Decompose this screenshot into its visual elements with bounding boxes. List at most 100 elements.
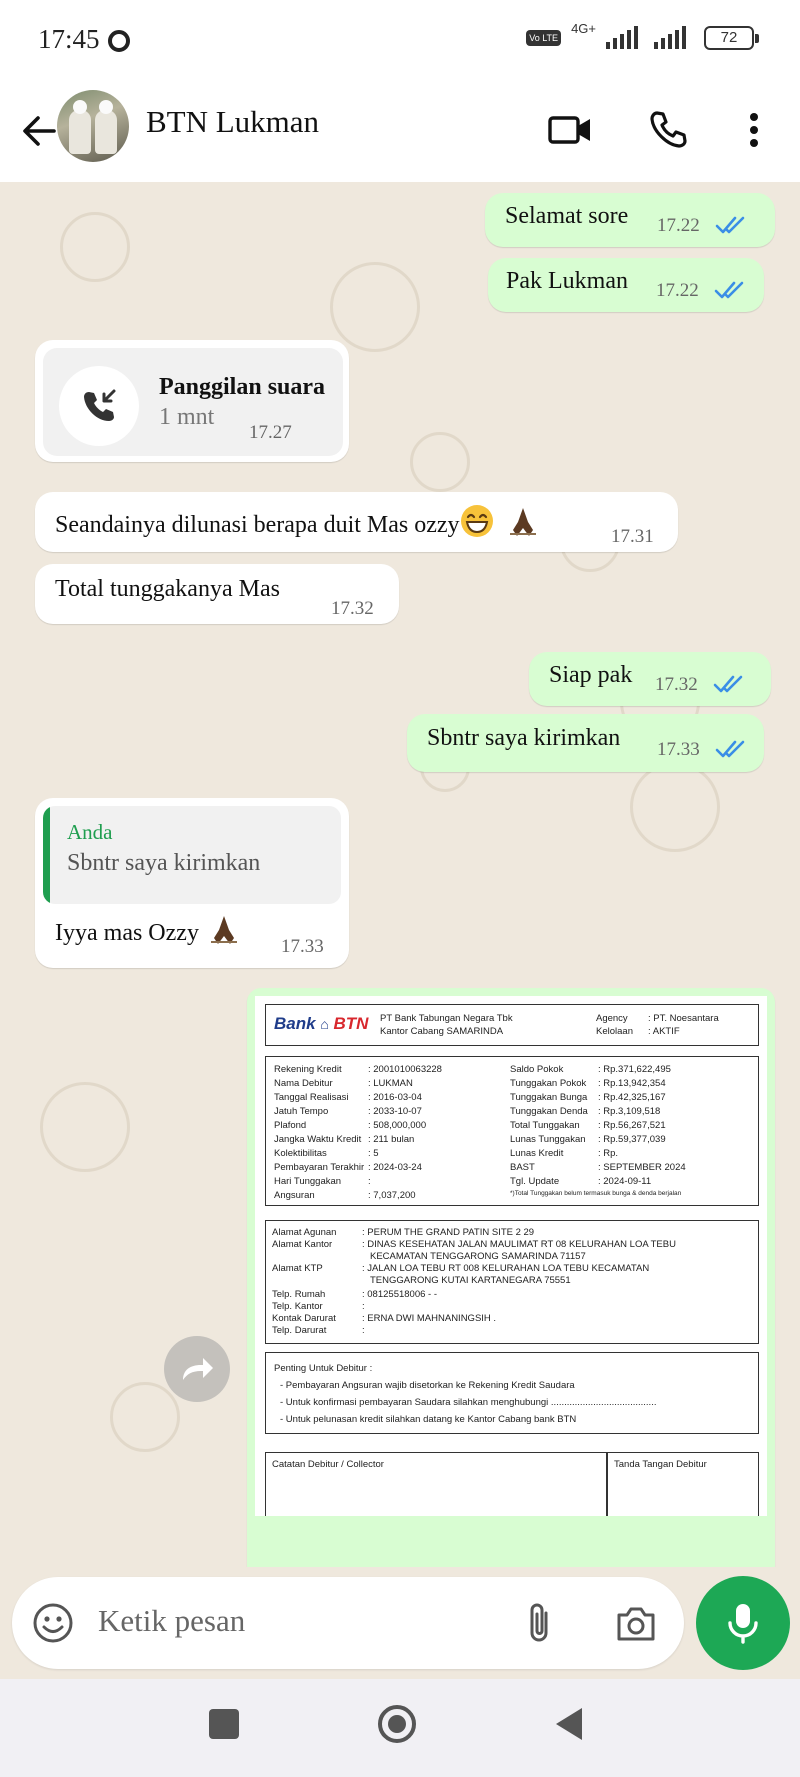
field-value: : 508,000,000 [368,1120,427,1131]
doc-loan-box: Rekening Kredit: 2001010063228 Nama Debi… [265,1056,759,1206]
image-message[interactable]: Bank ⌂ BTN PT Bank Tabungan Negara Tbk K… [247,988,775,1567]
more-options-button[interactable] [728,104,780,156]
branch-name: Kantor Cabang SAMARINDA [380,1026,504,1037]
voice-record-button[interactable] [696,1576,790,1670]
quoted-message[interactable]: Anda Sbntr saya kirimkan [43,806,341,904]
field-label: BAST [510,1162,535,1173]
field-label: Lunas Tunggakan [510,1134,586,1145]
field-value: : JALAN LOA TEBU RT 008 KELURAHAN LOA TE… [362,1263,650,1274]
field-label: Pembayaran Terakhir [274,1162,365,1173]
field-value: : 2024-03-24 [368,1162,422,1173]
camera-icon[interactable] [615,1605,657,1643]
contact-name[interactable]: BTN Lukman [146,104,319,140]
composer-bar: Ketik pesan [0,1567,800,1679]
field-label: Tanggal Realisasi [274,1092,349,1103]
message-time: 17.27 [249,422,292,443]
battery-icon: 72 [704,26,759,50]
message-incoming[interactable]: Total tunggakanya Mas 17.32 [35,564,399,624]
message-incoming[interactable]: Seandainya dilunasi berapa duit Mas ozzy… [35,492,678,552]
chat-area[interactable]: Selamat sore 17.22 Pak Lukman 17.22 Pang… [0,182,800,1567]
voice-call-card[interactable]: Panggilan suara 1 mnt 17.27 [43,348,343,456]
field-label: Kontak Darurat [272,1313,336,1324]
field-label: Tunggakan Pokok [510,1078,587,1089]
field-value: : PERUM THE GRAND PATIN SITE 2 29 [362,1227,535,1238]
logo-text: Bank [274,1014,316,1033]
field-label: Lunas Kredit [510,1148,564,1159]
read-ticks-icon [715,216,745,234]
note-item: - Untuk konfirmasi pembayaran Saudara si… [280,1397,657,1408]
grinning-face-emoji [460,505,493,537]
btn-logo: Bank ⌂ BTN [274,1014,369,1033]
folded-hands-emoji [509,508,536,536]
video-camera-icon [548,116,590,144]
agency-label: Agency [596,1013,628,1024]
field-label: Plafond [274,1120,307,1131]
field-label: Saldo Pokok [510,1064,564,1075]
field-label: Rekening Kredit [274,1064,342,1075]
microphone-icon [728,1604,758,1644]
note-item: - Untuk pelunasan kredit silahkan datang… [280,1414,577,1425]
field-value: : Rp.42,325,167 [598,1092,666,1103]
field-value: : DINAS KESEHATAN JALAN MAULIMAT RT 08 K… [362,1239,676,1250]
home-button[interactable] [376,1703,418,1745]
message-input-container[interactable]: Ketik pesan [12,1577,684,1669]
message-time: 17.32 [655,674,698,695]
forward-button[interactable] [164,1336,230,1402]
logo-brand: BTN [333,1014,369,1033]
field-value: TENGGARONG KUTAI KARTANEGARA 75551 [370,1275,571,1286]
kelolaan-label: Kelolaan [596,1026,633,1037]
message-outgoing[interactable]: Pak Lukman 17.22 [488,258,764,312]
doc-address-box: Alamat Agunan: PERUM THE GRAND PATIN SIT… [265,1220,759,1344]
message-body: Seandainya dilunasi berapa duit Mas ozzy [55,512,460,538]
field-value: : Rp. [598,1148,619,1159]
message-outgoing[interactable]: Siap pak 17.32 [529,652,771,706]
attach-icon[interactable] [525,1601,555,1645]
read-ticks-icon [714,281,744,299]
field-value: : SEPTEMBER 2024 [598,1162,686,1173]
quote-text: Sbntr saya kirimkan [67,850,261,876]
back-nav-button[interactable] [552,1705,586,1743]
message-text: Seandainya dilunasi berapa duit Mas ozzy [55,504,540,539]
note-item: - Pembayaran Angsuran wajib disetorkan k… [280,1380,575,1391]
field-value: : 7,037,200 [368,1190,416,1201]
message-text: Total tunggakanya Mas [55,576,280,602]
message-time: 17.31 [611,526,654,547]
message-incoming-reply[interactable]: Anda Sbntr saya kirimkan Iyya mas Ozzy 1… [35,798,349,968]
system-navigation-bar [0,1679,800,1777]
missed-incoming-call-icon [84,389,116,421]
recents-button[interactable] [209,1709,239,1739]
call-log-message[interactable]: Panggilan suara 1 mnt 17.27 [35,340,349,462]
field-label: Total Tunggakan [510,1120,580,1131]
doc-header-box: Bank ⌂ BTN PT Bank Tabungan Negara Tbk K… [265,1004,759,1046]
video-call-button[interactable] [544,104,596,156]
message-outgoing[interactable]: Selamat sore 17.22 [485,193,775,247]
message-outgoing[interactable]: Sbntr saya kirimkan 17.33 [407,714,764,772]
message-time: 17.33 [281,936,324,957]
network-type: 4G+ [571,20,596,36]
loan-statement-image[interactable]: Bank ⌂ BTN PT Bank Tabungan Negara Tbk K… [255,996,767,1516]
read-ticks-icon [715,740,745,758]
field-label: Tunggakan Bunga [510,1092,588,1103]
message-time: 17.33 [657,739,700,760]
footnote: *)Total Tunggakan belum termasuk bunga &… [510,1190,682,1197]
contact-avatar[interactable] [57,90,129,162]
call-icon-circle [59,366,139,446]
field-value: : 211 bulan [368,1134,415,1145]
field-value: : Rp.59,377,039 [598,1134,666,1145]
field-value: KECAMATAN TENGGARONG SAMARINDA 71157 [370,1251,586,1262]
doc-signature-box: Catatan Debitur / Collector Tanda Tangan… [265,1452,759,1516]
field-value: : 2033-10-07 [368,1106,422,1117]
field-value: : Rp.13,942,354 [598,1078,666,1089]
field-label: Alamat Kantor [272,1239,333,1250]
field-label: Kolektibilitas [274,1148,327,1159]
message-input[interactable]: Ketik pesan [98,1603,245,1639]
field-label: Tunggakan Denda [510,1106,588,1117]
field-value: : LUKMAN [368,1078,413,1089]
voice-call-button[interactable] [642,104,694,156]
phone-icon [650,111,687,148]
field-label: Tgl. Update [510,1176,560,1187]
message-time: 17.22 [656,280,699,301]
field-label: Telp. Darurat [272,1325,327,1336]
emoji-icon[interactable] [32,1602,74,1644]
call-duration: 1 mnt [159,404,215,430]
